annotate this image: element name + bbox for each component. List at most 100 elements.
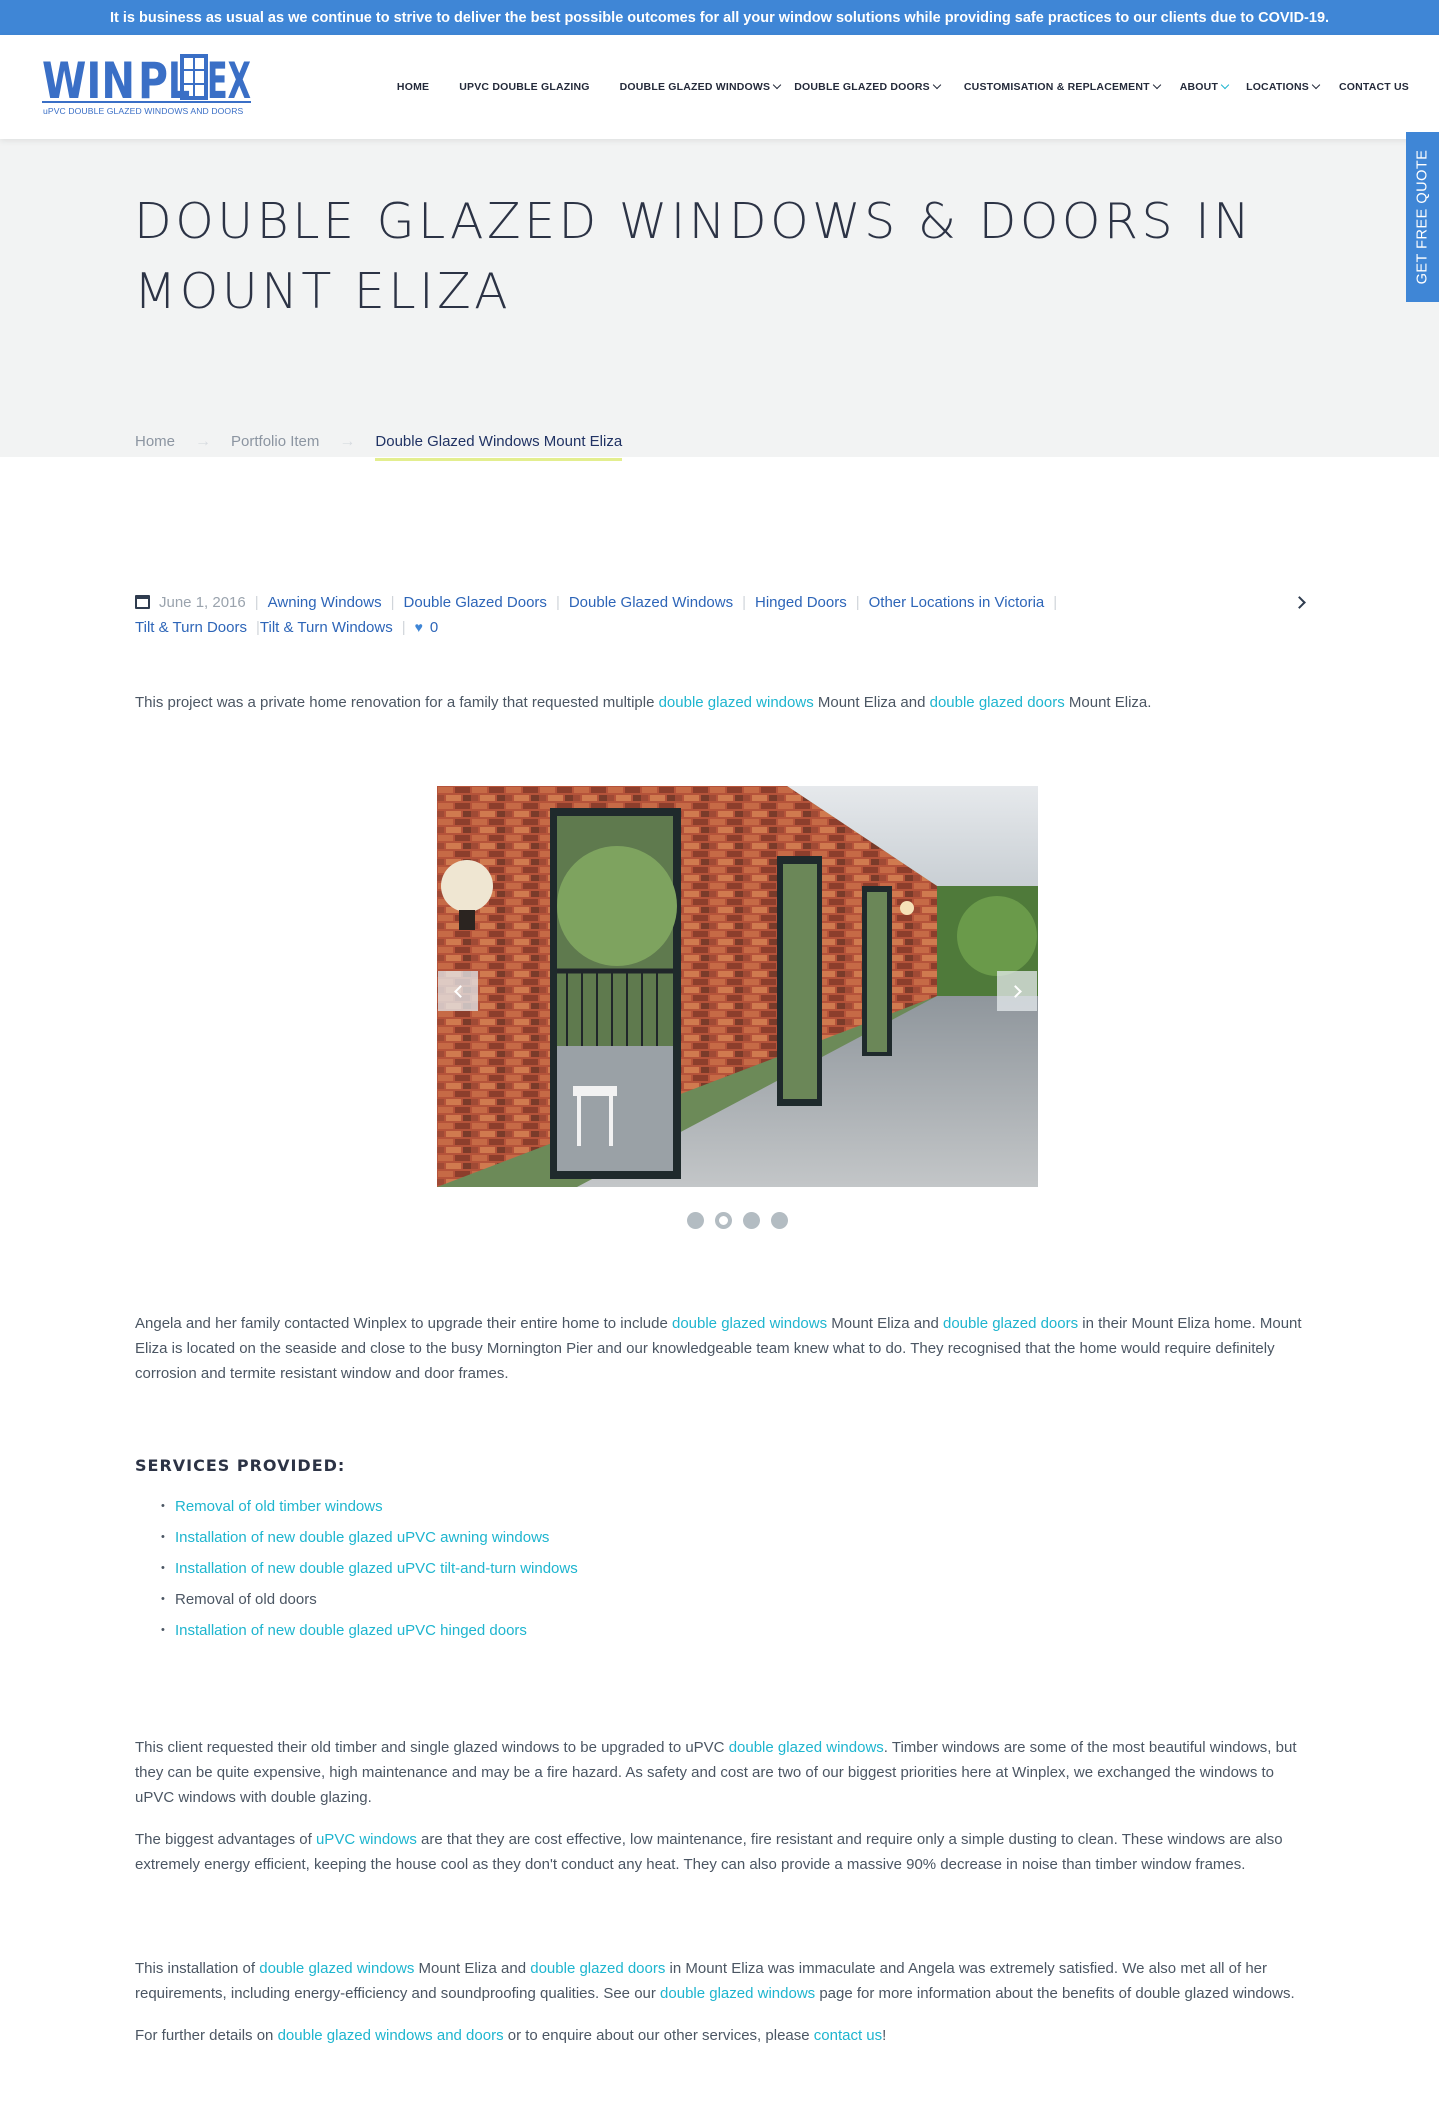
next-post-arrow-icon[interactable] (1293, 596, 1306, 609)
chevron-right-icon (1008, 984, 1022, 998)
like-count: 0 (429, 619, 439, 636)
nav-custom-label: CUSTOMISATION & REPLACEMENT (963, 81, 1150, 93)
double-glazed-windows-doors-link[interactable]: double glazed windows and doors (278, 2027, 504, 2044)
chevron-left-icon (453, 984, 467, 998)
text: Mount Eliza and (414, 1960, 531, 1977)
project-gallery (437, 786, 1038, 1187)
text: ! (882, 2027, 887, 2044)
nav-home[interactable]: HOME (397, 81, 429, 93)
post-meta: June 1, 2016 | Awning Windows | Double G… (135, 590, 1175, 640)
gallery-next-button[interactable] (997, 971, 1037, 1011)
service-item: Removal of old doors (161, 1584, 1305, 1615)
svg-text:EX: EX (207, 52, 251, 104)
logo-wordmark: WIN P L EX (42, 52, 251, 110)
breadcrumb-portfolio[interactable]: Portfolio Item (231, 433, 319, 450)
text: This installation of (135, 1960, 260, 1977)
intro-paragraph: This project was a private home renovati… (135, 690, 1305, 715)
double-glazed-windows-link[interactable]: double glazed windows (729, 1739, 884, 1756)
nav-locations-label: LOCATIONS (1246, 81, 1309, 93)
text: This client requested their old timber a… (135, 1739, 729, 1756)
text: page for more information about the bene… (815, 1985, 1295, 2002)
nav-upvc-double-glazing[interactable]: UPVC DOUBLE GLAZING (459, 81, 589, 93)
category-link[interactable]: Tilt & Turn Windows (260, 615, 393, 640)
calendar-icon (135, 594, 150, 609)
category-link[interactable]: Awning Windows (268, 590, 382, 615)
covid-banner: It is business as usual as we continue t… (0, 0, 1439, 35)
category-link[interactable]: Double Glazed Windows (569, 590, 733, 615)
chevron-down-icon (772, 80, 782, 90)
summary-paragraph: This installation of double glazed windo… (135, 1956, 1305, 2006)
category-link[interactable]: Tilt & Turn Doors (135, 615, 247, 640)
category-link[interactable]: Other Locations in Victoria (869, 590, 1045, 615)
nav-customisation[interactable]: CUSTOMISATION & REPLACEMENT (963, 80, 1161, 93)
double-glazed-windows-link[interactable]: double glazed windows (672, 1315, 827, 1332)
meta-separator: | (555, 594, 560, 611)
text: Mount Eliza and (813, 694, 930, 711)
double-glazed-windows-link[interactable]: double glazed windows (259, 1960, 414, 1977)
services-list: Removal of old timber windows Installati… (161, 1491, 1305, 1646)
service-item[interactable]: Removal of old timber windows (161, 1491, 1305, 1522)
category-link[interactable]: Hinged Doors (755, 590, 847, 615)
double-glazed-doors-link[interactable]: double glazed doors (930, 694, 1065, 711)
text: Angela and her family contacted Winplex … (135, 1315, 672, 1332)
service-item[interactable]: Installation of new double glazed uPVC t… (161, 1553, 1305, 1584)
timber-paragraph: This client requested their old timber a… (135, 1735, 1305, 1810)
chevron-down-icon (1220, 80, 1230, 90)
text: Mount Eliza. (1064, 694, 1152, 711)
svg-text:WIN: WIN (42, 52, 135, 104)
double-glazed-doors-link[interactable]: double glazed doors (530, 1960, 665, 1977)
site-header: WIN P L EX uPVC DOUBLE GLAZED WINDOWS AN… (0, 35, 1439, 139)
text: For further details on (135, 2027, 278, 2044)
chevron-down-icon (932, 80, 942, 90)
main-nav: HOME UPVC DOUBLE GLAZING DOUBLE GLAZED W… (367, 35, 1409, 139)
services-heading: SERVICES PROVIDED: (135, 1456, 346, 1475)
covid-banner-text: It is business as usual as we continue t… (109, 9, 1330, 26)
get-free-quote-tab[interactable]: GET FREE QUOTE (1406, 132, 1439, 302)
double-glazed-windows-link[interactable]: double glazed windows (660, 1985, 815, 2002)
meta-separator: | (254, 594, 259, 611)
nav-windows-label: DOUBLE GLAZED WINDOWS (619, 81, 771, 93)
nav-about[interactable]: ABOUT (1179, 80, 1230, 93)
post-date: June 1, 2016 (135, 590, 246, 615)
gallery-prev-button[interactable] (438, 971, 478, 1011)
meta-separator: | (1053, 594, 1058, 611)
contact-us-link[interactable]: contact us (814, 2027, 882, 2044)
chevron-down-icon (1311, 80, 1321, 90)
category-link[interactable]: Double Glazed Doors (404, 590, 547, 615)
gallery-pagination (687, 1212, 799, 1229)
project-paragraph: Angela and her family contacted Winplex … (135, 1311, 1305, 1386)
chevron-down-icon (1152, 80, 1161, 90)
gallery-dot[interactable] (771, 1212, 788, 1229)
winplex-logo[interactable]: WIN P L EX uPVC DOUBLE GLAZED WINDOWS AN… (42, 52, 252, 120)
service-item[interactable]: Installation of new double glazed uPVC h… (161, 1615, 1305, 1646)
nav-doors-label: DOUBLE GLAZED DOORS (794, 81, 930, 93)
verandah-photo (437, 786, 1038, 1187)
service-item[interactable]: Installation of new double glazed uPVC a… (161, 1522, 1305, 1553)
double-glazed-windows-link[interactable]: double glazed windows (659, 694, 814, 711)
nav-double-glazed-doors[interactable]: DOUBLE GLAZED DOORS (794, 80, 942, 93)
nav-about-label: ABOUT (1179, 81, 1219, 93)
text: This project was a private home renovati… (135, 694, 659, 711)
gallery-dot[interactable] (687, 1212, 704, 1229)
meta-separator: | (742, 594, 746, 611)
breadcrumb-home[interactable]: Home (135, 433, 175, 450)
arrow-right-icon: → (339, 432, 356, 450)
nav-contact[interactable]: CONTACT US (1339, 81, 1409, 93)
text: The biggest advantages of (135, 1831, 316, 1848)
post-content: June 1, 2016 | Awning Windows | Double G… (135, 590, 1306, 715)
project-details: Angela and her family contacted Winplex … (135, 1311, 1305, 2065)
arrow-right-icon: → (195, 432, 212, 450)
advantages-paragraph: The biggest advantages of uPVC windows a… (135, 1827, 1305, 1877)
nav-double-glazed-windows[interactable]: DOUBLE GLAZED WINDOWS (619, 80, 782, 93)
gallery-dot-active[interactable] (715, 1212, 732, 1229)
upvc-windows-link[interactable]: uPVC windows (316, 1831, 417, 1848)
logo-tagline: uPVC DOUBLE GLAZED WINDOWS AND DOORS (43, 106, 244, 116)
nav-contact-label: CONTACT US (1338, 81, 1409, 93)
double-glazed-doors-link[interactable]: double glazed doors (943, 1315, 1078, 1332)
nav-locations[interactable]: LOCATIONS (1246, 80, 1321, 93)
nav-home-label: HOME (396, 81, 430, 93)
gallery-dot[interactable] (743, 1212, 760, 1229)
heart-icon[interactable]: ♥ (415, 615, 423, 640)
svg-text:P: P (138, 52, 168, 104)
meta-separator: | (401, 619, 406, 636)
